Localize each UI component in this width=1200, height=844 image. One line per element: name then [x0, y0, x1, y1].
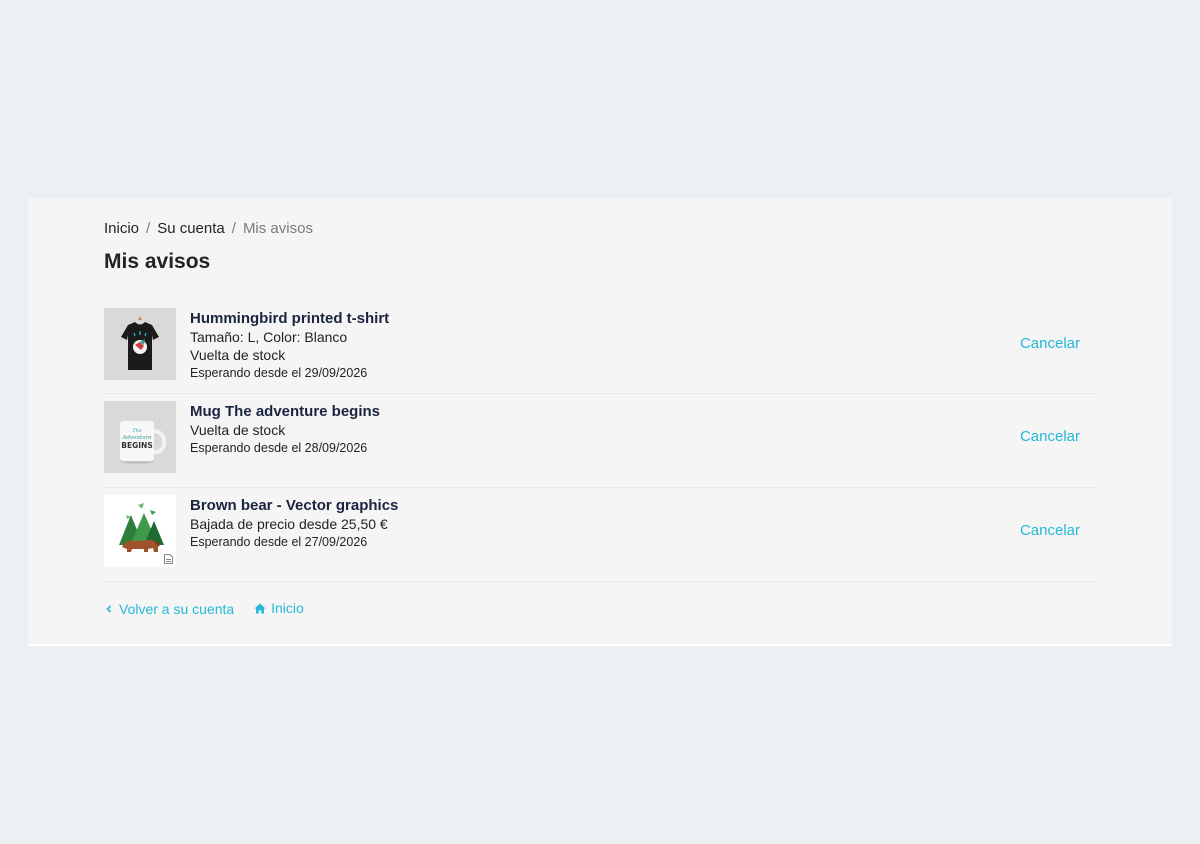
mug-print-line3: BEGINS [121, 441, 152, 450]
product-image-tshirt[interactable] [104, 308, 176, 380]
alert-info: Hummingbird printed t-shirt Tamaño: L, C… [190, 310, 389, 382]
footer-links: Volver a su cuenta Inicio [104, 600, 320, 617]
alert-type: Bajada de precio desde 25,50 € [190, 516, 388, 532]
alerts-panel: Inicio / Su cuenta / Mis avisos Mis avisos [28, 198, 1172, 646]
breadcrumb-separator: / [146, 220, 151, 237]
alert-info: Mug The adventure begins Vuelta de stock… [190, 403, 380, 457]
back-to-account-label: Volver a su cuenta [119, 600, 235, 617]
product-name[interactable]: Hummingbird printed t-shirt [190, 310, 389, 328]
file-icon [164, 554, 173, 564]
breadcrumb: Inicio / Su cuenta / Mis avisos [104, 220, 313, 237]
back-to-account-link[interactable]: Volver a su cuenta [104, 601, 234, 617]
product-name[interactable]: Mug The adventure begins [190, 403, 380, 421]
alert-type: Vuelta de stock [190, 422, 286, 438]
alert-item-bear: Brown bear - Vector graphics Bajada de p… [104, 488, 1096, 582]
cancel-alert-button[interactable]: Cancelar [1020, 428, 1080, 445]
alert-type: Vuelta de stock [190, 347, 286, 363]
mug-print-line1: The [132, 428, 142, 434]
alert-since: Esperando desde el 29/09/2026 [190, 366, 368, 380]
tshirt-image [104, 308, 176, 380]
cancel-alert-button[interactable]: Cancelar [1020, 522, 1080, 539]
home-link[interactable]: Inicio [254, 600, 304, 616]
breadcrumb-account-link[interactable]: Su cuenta [157, 220, 225, 237]
alert-item-tshirt: Hummingbird printed t-shirt Tamaño: L, C… [104, 301, 1096, 394]
breadcrumb-home-link[interactable]: Inicio [104, 220, 139, 237]
alerts-list: Hummingbird printed t-shirt Tamaño: L, C… [104, 301, 1096, 582]
cancel-alert-button[interactable]: Cancelar [1020, 335, 1080, 352]
product-name[interactable]: Brown bear - Vector graphics [190, 497, 398, 515]
product-image-mug[interactable]: The Adventure BEGINS [104, 401, 176, 473]
chevron-left-icon [106, 604, 112, 613]
home-label: Inicio [271, 600, 304, 616]
alert-item-mug: The Adventure BEGINS Mug The adventure b… [104, 394, 1096, 488]
alert-since: Esperando desde el 28/09/2026 [190, 441, 368, 455]
product-attributes: Tamaño: L, Color: Blanco [190, 329, 348, 345]
home-icon [254, 603, 266, 613]
alert-info: Brown bear - Vector graphics Bajada de p… [190, 497, 398, 551]
product-image-bear[interactable] [104, 495, 176, 567]
alert-since: Esperando desde el 27/09/2026 [190, 535, 368, 549]
breadcrumb-current: Mis avisos [242, 220, 313, 237]
page-title: Mis avisos [104, 250, 211, 273]
mug-image: The Adventure BEGINS [104, 401, 176, 473]
breadcrumb-separator: / [231, 220, 236, 237]
